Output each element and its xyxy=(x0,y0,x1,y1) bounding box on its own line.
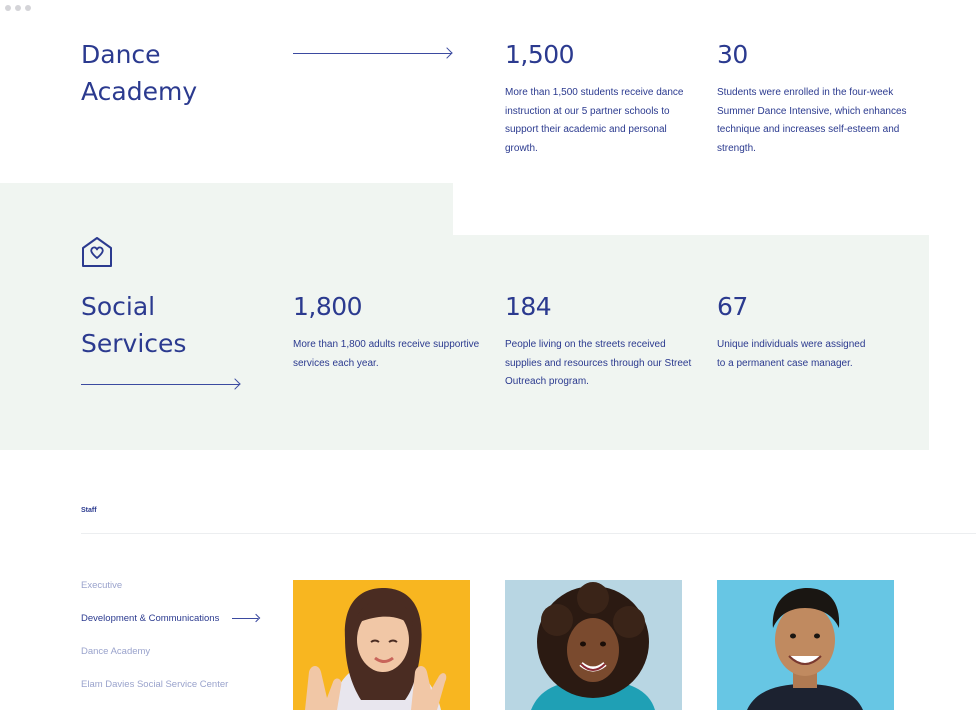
staff-photo[interactable] xyxy=(505,580,682,710)
staff-section-label: Staff xyxy=(81,507,97,514)
person-woman-bangs-image xyxy=(293,580,470,710)
person-woman-curly-image xyxy=(505,580,682,710)
social-services-bg-tab xyxy=(0,183,453,236)
stat-description: People living on the streets received su… xyxy=(505,339,692,388)
social-title-line2: Services xyxy=(81,329,187,358)
staff-nav-social-service-center[interactable]: Elam Davies Social Service Center xyxy=(81,679,228,690)
stat-description: Unique individuals were assigned to a pe… xyxy=(717,339,866,369)
dance-title-line2: Academy xyxy=(81,77,198,106)
stat-number: 30 xyxy=(717,40,748,69)
stat-number: 1,800 xyxy=(293,292,363,321)
house-heart-icon xyxy=(82,237,112,267)
staff-nav-development[interactable]: Development & Communications xyxy=(81,613,219,624)
staff-nav-dance-academy[interactable]: Dance Academy xyxy=(81,646,150,657)
stat-number: 184 xyxy=(505,292,552,321)
dance-academy-title: Dance Academy xyxy=(81,36,197,110)
staff-photo[interactable] xyxy=(293,580,470,710)
staff-photo[interactable] xyxy=(717,580,894,710)
social-title-line1: Social xyxy=(81,292,156,321)
social-services-title: Social Services xyxy=(81,288,186,362)
window-dots xyxy=(5,5,31,11)
arrow-right-icon xyxy=(232,613,261,624)
stat-description: Students were enrolled in the four-week … xyxy=(717,87,907,155)
stat-number: 1,500 xyxy=(505,40,575,69)
stat-description: More than 1,500 students receive dance i… xyxy=(505,87,684,155)
arrow-right-icon xyxy=(81,378,241,390)
staff-nav-executive[interactable]: Executive xyxy=(81,580,122,591)
arrow-right-icon xyxy=(293,47,453,59)
person-man-smiling-image xyxy=(717,580,894,710)
stat-number: 67 xyxy=(717,292,748,321)
staff-nav-label: Development & Communications xyxy=(81,613,220,624)
divider xyxy=(81,533,976,534)
stat-description: More than 1,800 adults receive supportiv… xyxy=(293,339,480,369)
dance-title-line1: Dance xyxy=(81,40,161,69)
